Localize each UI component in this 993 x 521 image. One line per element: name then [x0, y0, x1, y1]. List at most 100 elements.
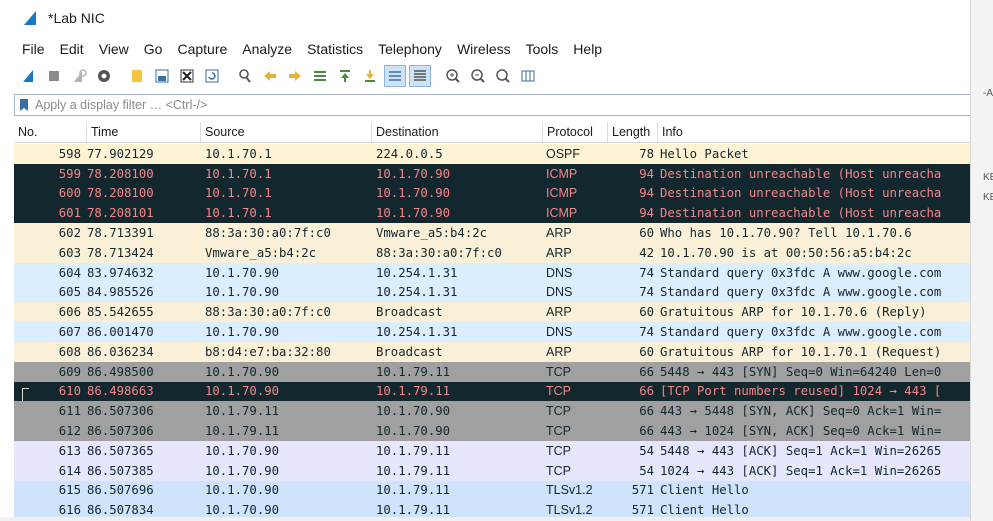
column-header-destination[interactable]: Destination — [372, 122, 543, 142]
packet-length: 60 — [639, 344, 654, 359]
menu-capture[interactable]: Capture — [169, 41, 234, 57]
go-forward-icon[interactable] — [284, 65, 306, 87]
packet-length: 78 — [639, 146, 654, 161]
packet-protocol: TCP — [546, 404, 571, 419]
packet-source: 10.1.70.1 — [205, 166, 272, 181]
packet-row[interactable]: 600 78.208100 10.1.70.1 10.1.70.90 ICMP 94 Des… — [14, 183, 970, 204]
go-back-icon[interactable] — [259, 65, 281, 87]
capture-options-icon[interactable] — [93, 65, 115, 87]
normal-size-icon[interactable] — [492, 65, 514, 87]
stop-capture-icon[interactable] — [43, 65, 65, 87]
wireshark-fin-icon — [24, 11, 36, 25]
reload-file-icon[interactable] — [201, 65, 223, 87]
packet-length: 60 — [639, 305, 654, 320]
packet-row[interactable]: 613 86.507365 10.1.70.90 10.1.79.11 TCP 54 544… — [14, 440, 970, 461]
resize-columns-icon[interactable] — [517, 65, 539, 87]
menu-bar: File Edit View Go Capture Analyze Statis… — [0, 38, 970, 60]
packet-time: 86.507385 — [87, 463, 154, 478]
packet-row[interactable]: 603 78.713424 Vmware_a5:b4:2c 88:3a:30:a0:7… — [14, 242, 970, 263]
menu-telephony[interactable]: Telephony — [370, 41, 449, 57]
packet-protocol: DNS — [546, 265, 573, 280]
packet-protocol: OSPF — [546, 146, 581, 161]
packet-protocol: TLSv1.2 — [546, 483, 593, 498]
packet-info: Client Hello — [660, 503, 749, 518]
close-file-icon[interactable] — [176, 65, 198, 87]
menu-statistics[interactable]: Statistics — [299, 41, 370, 57]
go-first-icon[interactable] — [334, 65, 356, 87]
packet-row[interactable]: 606 85.542655 88:3a:30:a0:7f:c0 Broadcast AR… — [14, 302, 970, 323]
packet-row[interactable]: 601 78.208101 10.1.70.1 10.1.70.90 ICMP 94 Des… — [14, 203, 970, 224]
column-header-protocol[interactable]: Protocol — [543, 122, 608, 142]
packet-length: 66 — [639, 384, 654, 399]
menu-tools[interactable]: Tools — [518, 41, 566, 57]
packet-protocol: TCP — [546, 443, 571, 458]
menu-go[interactable]: Go — [136, 41, 170, 57]
packet-source: 10.1.70.90 — [205, 325, 280, 340]
packet-row[interactable]: 612 86.507306 10.1.79.11 10.1.70.90 TCP 66 443… — [14, 421, 970, 441]
menu-view[interactable]: View — [91, 41, 136, 57]
packet-length: 66 — [639, 404, 654, 419]
packet-number: 615 — [58, 483, 81, 498]
menu-edit[interactable]: Edit — [52, 41, 91, 57]
menu-wireless[interactable]: Wireless — [449, 41, 518, 57]
packet-protocol: ARP — [546, 305, 572, 320]
packet-destination: 10.1.70.90 — [376, 424, 451, 439]
packet-row[interactable]: 610 86.498663 10.1.70.90 10.1.79.11 TCP 66 [TC… — [14, 381, 970, 402]
packet-number: 598 — [58, 146, 81, 161]
open-file-icon[interactable] — [126, 65, 148, 87]
packet-protocol: DNS — [546, 285, 573, 300]
packet-row[interactable]: 604 83.974632 10.1.70.90 10.254.1.31 DNS 74 St… — [14, 262, 970, 283]
packet-row[interactable]: 598 77.902129 10.1.70.1 224.0.0.5 OSPF 78 Hell… — [14, 144, 970, 164]
column-header-info[interactable]: Info — [658, 122, 970, 142]
packet-row[interactable]: 611 86.507306 10.1.79.11 10.1.70.90 TCP 66 443… — [14, 401, 970, 422]
packet-info: [TCP Port numbers reused] 1024 → 443 [ — [660, 384, 942, 399]
window-title: *Lab NIC — [48, 10, 105, 26]
colorize-icon[interactable] — [409, 65, 431, 87]
packet-source: 10.1.70.1 — [205, 206, 272, 221]
packet-row[interactable]: 614 86.507385 10.1.70.90 10.1.79.11 TCP 54 102… — [14, 460, 970, 481]
packet-list-header: No. Time Source Destination Protocol Len… — [14, 122, 970, 143]
filter-bookmark-icon[interactable] — [17, 95, 31, 115]
restart-capture-icon[interactable] — [68, 65, 90, 87]
find-packet-icon[interactable] — [234, 65, 256, 87]
start-capture-icon[interactable] — [18, 65, 40, 87]
save-file-icon[interactable] — [151, 65, 173, 87]
edge-text-fragment: -A — [983, 88, 993, 99]
display-filter-input[interactable] — [31, 95, 937, 115]
autoscroll-icon[interactable] — [384, 65, 406, 87]
column-header-source[interactable]: Source — [201, 122, 372, 142]
packet-number: 607 — [58, 325, 81, 340]
menu-help[interactable]: Help — [565, 41, 609, 57]
packet-destination: 10.1.79.11 — [376, 384, 451, 399]
go-last-icon[interactable] — [359, 65, 381, 87]
packet-row[interactable]: 609 86.498500 10.1.70.90 10.1.79.11 TCP 66 544… — [14, 361, 970, 382]
packet-time: 86.507834 — [87, 503, 154, 518]
packet-row[interactable]: 605 84.985526 10.1.70.90 10.254.1.31 DNS 74 St… — [14, 282, 970, 303]
packet-row[interactable]: 615 86.507696 10.1.70.90 10.1.79.11 TLSv1.2 5… — [14, 480, 970, 501]
packet-number: 616 — [58, 503, 81, 518]
packet-length: 94 — [639, 206, 654, 221]
column-header-no[interactable]: No. — [14, 122, 87, 142]
packet-length: 54 — [639, 463, 654, 478]
column-header-length[interactable]: Length — [608, 122, 658, 142]
go-to-packet-icon[interactable] — [309, 65, 331, 87]
packet-source: 10.1.70.90 — [205, 443, 280, 458]
column-header-time[interactable]: Time — [87, 122, 201, 142]
packet-row[interactable]: 602 78.713391 88:3a:30:a0:7f:c0 Vmware_a5:b… — [14, 223, 970, 243]
packet-row[interactable]: 608 86.036234 b8:d4:e7:ba:32:80 Broadcast AR… — [14, 341, 970, 362]
packet-destination: Vmware_a5:b4:2c — [376, 226, 488, 241]
packet-protocol: ARP — [546, 344, 572, 359]
zoom-in-icon[interactable] — [442, 65, 464, 87]
packet-number: 614 — [58, 463, 81, 478]
pane-divider[interactable] — [0, 517, 970, 521]
menu-file[interactable]: File — [0, 41, 52, 57]
packet-destination: 224.0.0.5 — [376, 146, 443, 161]
packet-row[interactable]: 599 78.208100 10.1.70.1 10.1.70.90 ICMP 94 Des… — [14, 163, 970, 184]
zoom-out-icon[interactable] — [467, 65, 489, 87]
packet-length: 571 — [631, 483, 654, 498]
menu-analyze[interactable]: Analyze — [234, 41, 299, 57]
packet-row[interactable]: 607 86.001470 10.1.70.90 10.254.1.31 DNS 74 St… — [14, 322, 970, 342]
packet-destination: 10.254.1.31 — [376, 285, 458, 300]
packet-source: 10.1.79.11 — [205, 404, 280, 419]
packet-time: 78.208100 — [87, 186, 154, 201]
